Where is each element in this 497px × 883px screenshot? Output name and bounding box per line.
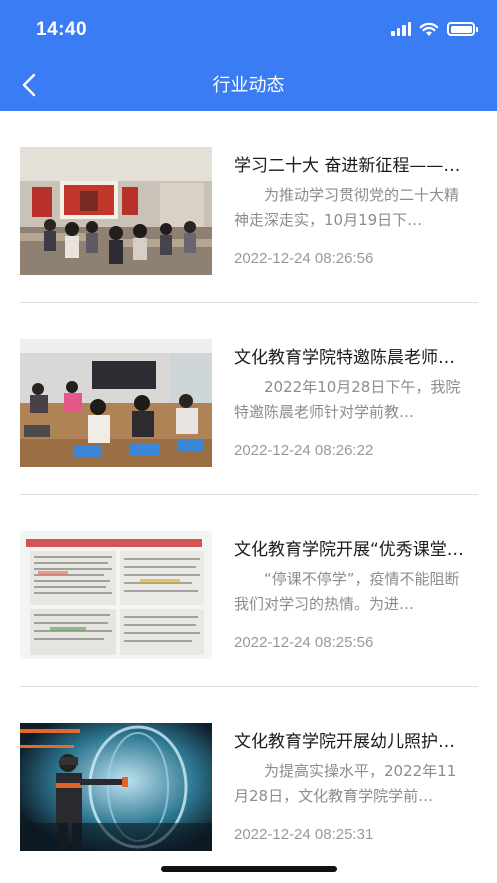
news-summary: “停课不停学”，疫情不能阻断我们对学习的热情。为进… xyxy=(234,570,460,613)
news-date: 2022-12-24 08:25:56 xyxy=(234,634,374,651)
page-title: 行业动态 xyxy=(212,75,285,96)
classroom-meeting-photo xyxy=(20,147,212,275)
wifi-icon xyxy=(419,22,439,36)
news-title: 文化教育学院开展“优秀课堂… xyxy=(234,540,464,560)
students-classroom-photo xyxy=(20,339,212,467)
nav-bar: 行业动态 xyxy=(0,58,497,111)
battery-icon xyxy=(447,22,478,36)
news-title: 学习二十大 奋进新征程——… xyxy=(234,156,461,176)
signal-icon xyxy=(391,22,411,36)
news-summary: 为提高实操水平，2022年11月28日，文化教育学院学前… xyxy=(234,762,457,805)
news-thumbnail xyxy=(20,339,212,467)
news-item[interactable]: 文化教育学院特邀陈晨老师… 2022年10月28日下午，我院特邀陈晨老师针对学前… xyxy=(20,303,478,495)
news-summary: 2022年10月28日下午，我院特邀陈晨老师针对学前教… xyxy=(234,378,461,421)
news-thumbnail xyxy=(20,531,212,659)
status-icons xyxy=(391,21,478,37)
news-date: 2022-12-24 08:26:56 xyxy=(234,250,374,267)
news-item[interactable]: 文化教育学院开展“优秀课堂… “停课不停学”，疫情不能阻断我们对学习的热情。为进… xyxy=(20,495,478,687)
home-indicator[interactable] xyxy=(161,866,337,872)
news-thumbnail xyxy=(20,723,212,851)
news-date: 2022-12-24 08:25:31 xyxy=(234,826,374,843)
news-date: 2022-12-24 08:26:22 xyxy=(234,442,374,459)
status-bar: 14:40 xyxy=(0,0,497,58)
news-thumbnail xyxy=(20,147,212,275)
status-time: 14:40 xyxy=(36,19,88,40)
news-title: 文化教育学院特邀陈晨老师… xyxy=(234,348,455,368)
news-summary: 为推动学习贯彻党的二十大精神走深走实，10月19日下… xyxy=(234,186,460,229)
header: 14:40 行业动态 xyxy=(0,0,497,111)
news-item[interactable]: 学习二十大 奋进新征程——… 为推动学习贯彻党的二十大精神走深走实，10月19日… xyxy=(20,111,478,303)
news-title: 文化教育学院开展幼儿照护… xyxy=(234,732,455,752)
study-notes-photo xyxy=(20,531,212,659)
news-item[interactable]: 文化教育学院开展幼儿照护… 为提高实操水平，2022年11月28日，文化教育学院… xyxy=(20,687,478,879)
vr-training-photo xyxy=(20,723,212,851)
